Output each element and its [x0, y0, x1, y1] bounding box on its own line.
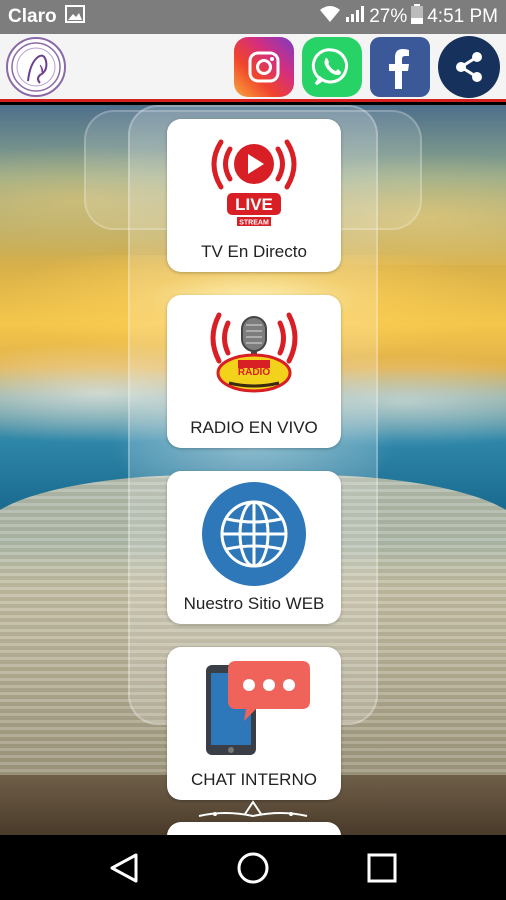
wifi-icon — [319, 5, 341, 29]
ornament-divider — [198, 800, 308, 818]
chat-label: CHAT INTERNO — [191, 770, 317, 789]
church-logo — [6, 36, 66, 97]
chat-card[interactable]: CHAT INTERNO — [167, 647, 341, 800]
recents-button[interactable] — [360, 846, 404, 890]
app-header — [0, 34, 506, 102]
live-tv-label: TV En Directo — [201, 242, 307, 261]
signal-icon — [345, 5, 365, 29]
status-bar: Claro 27% 4:51 PM — [0, 0, 506, 34]
back-icon — [110, 853, 138, 882]
live-tv-card[interactable]: LIVE STREAM TV En Directo — [167, 119, 341, 272]
radio-label: RADIO EN VIVO — [190, 418, 318, 437]
carrier-name: Claro — [8, 6, 57, 27]
instagram-button[interactable] — [234, 36, 294, 97]
chat-phone-icon — [206, 661, 310, 755]
instagram-icon — [248, 51, 280, 82]
facebook-button[interactable] — [370, 36, 430, 97]
radio-card[interactable]: RADIO RADIO EN VIVO — [167, 295, 341, 448]
radio-badge-text: RADIO — [238, 367, 270, 378]
battery-percent: 27% — [369, 6, 408, 27]
live-badge-text: LIVE — [235, 195, 273, 214]
website-label: Nuestro Sitio WEB — [183, 594, 325, 613]
home-button[interactable] — [231, 846, 275, 890]
recents-icon — [367, 853, 397, 882]
website-card[interactable]: Nuestro Sitio WEB — [167, 471, 341, 624]
home-icon — [237, 852, 269, 883]
globe-icon — [202, 482, 306, 586]
share-icon — [456, 51, 482, 82]
battery-icon — [411, 4, 424, 30]
stream-badge-text: STREAM — [239, 220, 269, 227]
clock-time: 4:51 PM — [427, 6, 498, 27]
whatsapp-button[interactable] — [302, 36, 362, 97]
live-stream-icon: LIVE STREAM — [211, 139, 297, 227]
image-notification-icon — [64, 5, 85, 29]
android-nav-bar — [0, 835, 506, 900]
share-button[interactable] — [438, 35, 500, 98]
whatsapp-icon — [311, 47, 348, 85]
radio-microphone-icon: RADIO — [210, 312, 298, 393]
back-button[interactable] — [102, 846, 146, 890]
facebook-icon — [389, 48, 409, 89]
